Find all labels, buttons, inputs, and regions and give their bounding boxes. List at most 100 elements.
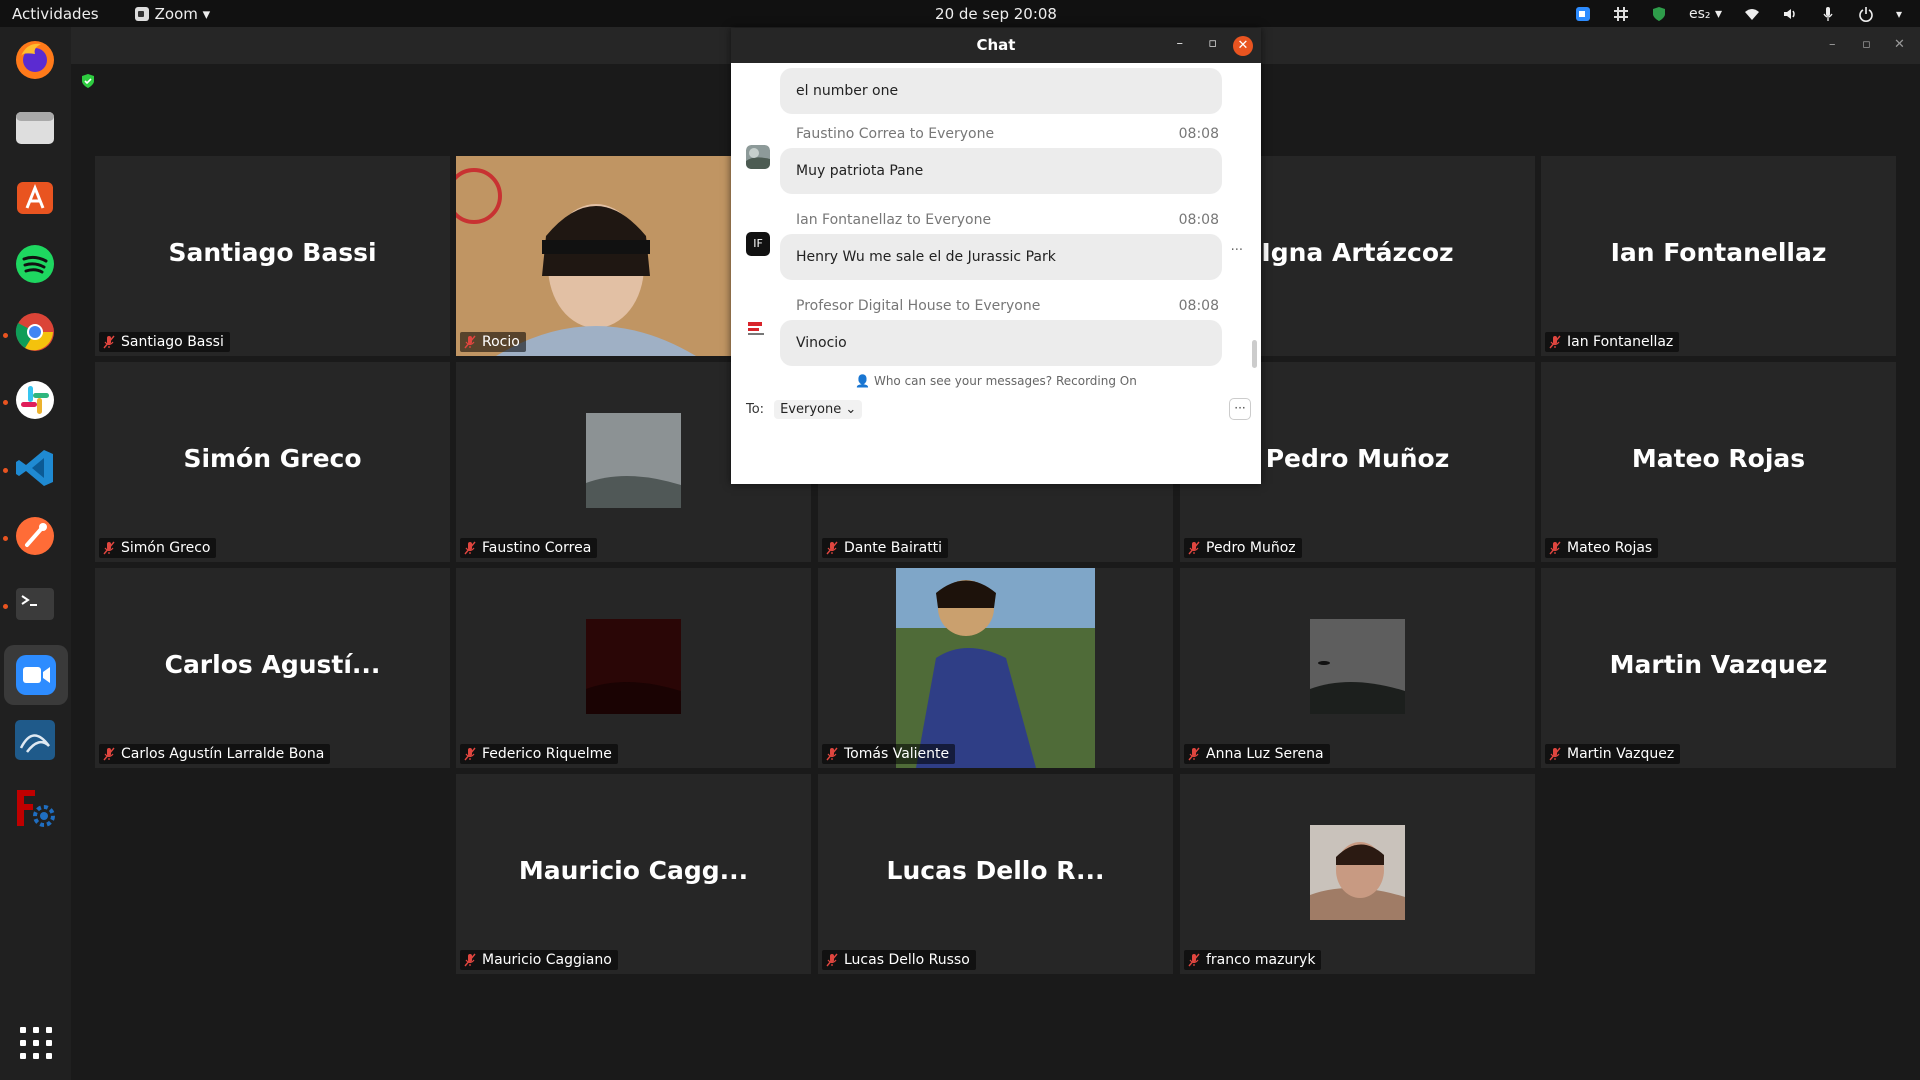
avatar[interactable]: [746, 318, 770, 342]
avatar[interactable]: [746, 145, 770, 169]
message-visibility-notice[interactable]: 👤 Who can see your messages? Recording O…: [731, 374, 1261, 388]
chat-scrollbar[interactable]: [1252, 340, 1257, 368]
chat-close-button[interactable]: ✕: [1233, 36, 1253, 56]
participant-avatar: [1310, 825, 1405, 920]
zoom-icon: [16, 655, 56, 695]
vscode-icon[interactable]: [12, 445, 58, 491]
mic-muted-icon: [1188, 541, 1200, 555]
message-text: Vinocio: [796, 335, 847, 351]
message-more-button[interactable]: ···: [1231, 243, 1243, 258]
participant-avatar: [1310, 619, 1405, 714]
firefox-icon[interactable]: [12, 37, 58, 83]
postman-icon[interactable]: [12, 513, 58, 559]
participant-tile[interactable]: Anna Luz Serena: [1180, 568, 1535, 768]
message-sender: Ian Fontanellaz to Everyone: [796, 212, 992, 228]
minimize-button[interactable]: –: [1829, 37, 1836, 52]
chat-minimize-button[interactable]: –: [1177, 36, 1184, 51]
participant-tile[interactable]: Mateo Rojas Mateo Rojas: [1541, 362, 1896, 562]
message-time: 08:08: [1178, 126, 1219, 142]
maximize-button[interactable]: ▫: [1862, 37, 1871, 52]
recipient-select[interactable]: Everyone ⌄: [774, 400, 863, 419]
mic-muted-icon: [826, 747, 838, 761]
participant-tile[interactable]: Santiago Bassi Santiago Bassi: [95, 156, 450, 356]
participant-name-large: Mateo Rojas: [1631, 444, 1806, 473]
chevron-down-icon[interactable]: ▾: [1896, 7, 1902, 21]
terminal-icon[interactable]: [12, 581, 58, 627]
message-text: el number one: [796, 83, 899, 99]
participant-label: Mauricio Caggiano: [460, 950, 618, 970]
participant-name-large: Martin Vazquez: [1609, 650, 1828, 679]
chat-message-bubble[interactable]: el number one: [780, 68, 1222, 114]
participant-tile[interactable]: Lucas Dello R... Lucas Dello Russo: [818, 774, 1173, 974]
participant-label: Santiago Bassi: [99, 332, 230, 352]
person-icon: 👤: [855, 374, 871, 388]
participant-name: Pedro Muñoz: [1206, 540, 1296, 556]
mic-muted-icon: [1549, 541, 1561, 555]
chat-message-bubble[interactable]: Henry Wu me sale el de Jurassic Park: [780, 234, 1222, 280]
power-icon[interactable]: [1858, 6, 1874, 22]
participant-name: Anna Luz Serena: [1206, 746, 1324, 762]
participant-label: Anna Luz Serena: [1184, 744, 1330, 764]
microphone-icon[interactable]: [1820, 6, 1836, 22]
zoom-dock-item[interactable]: [4, 645, 68, 705]
files-icon[interactable]: [12, 105, 58, 151]
participant-tile[interactable]: Carlos Agustí... Carlos Agustín Larralde …: [95, 568, 450, 768]
chat-maximize-button[interactable]: ▫: [1208, 36, 1217, 51]
participant-name: Dante Bairatti: [844, 540, 943, 556]
participant-name: Faustino Correa: [482, 540, 592, 556]
participant-label: franco mazuryk: [1184, 950, 1322, 970]
spotify-icon[interactable]: [12, 241, 58, 287]
shield-tray-icon[interactable]: [1651, 6, 1667, 22]
mic-muted-icon: [103, 541, 115, 555]
mysql-workbench-icon[interactable]: [12, 717, 58, 763]
mic-muted-icon: [464, 747, 476, 761]
chat-window[interactable]: Chat – ▫ ✕ el number one Faustino Correa…: [731, 28, 1261, 484]
participant-label: Dante Bairatti: [822, 538, 949, 558]
running-indicator: [3, 468, 8, 473]
participant-label: Martin Vazquez: [1545, 744, 1681, 764]
software-center-icon[interactable]: [12, 173, 58, 219]
chat-message-bubble[interactable]: Muy patriota Pane: [780, 148, 1222, 194]
participant-label: Mateo Rojas: [1545, 538, 1659, 558]
participant-tile[interactable]: Martin Vazquez Martin Vazquez: [1541, 568, 1896, 768]
participant-label: Tomás Valiente: [822, 744, 956, 764]
running-indicator: [3, 400, 8, 405]
participant-name: Tomás Valiente: [844, 746, 950, 762]
encryption-shield-icon[interactable]: [81, 73, 95, 89]
slack-icon[interactable]: [12, 377, 58, 423]
message-sender: Faustino Correa to Everyone: [796, 126, 995, 142]
close-button[interactable]: ✕: [1894, 37, 1905, 52]
chat-title-bar[interactable]: Chat – ▫ ✕: [731, 28, 1261, 63]
chat-message-header: Ian Fontanellaz to Everyone 08:08: [796, 212, 1219, 228]
participant-tile[interactable]: Federico Riquelme: [456, 568, 811, 768]
wifi-icon[interactable]: [1744, 6, 1760, 22]
avatar[interactable]: IF: [746, 232, 770, 256]
participant-name: Ian Fontanellaz: [1567, 334, 1674, 350]
mic-muted-icon: [464, 541, 476, 555]
participant-name: Mateo Rojas: [1567, 540, 1653, 556]
zoom-tray-icon[interactable]: [1575, 6, 1591, 22]
filezilla-icon[interactable]: [12, 785, 58, 831]
participant-name: Martin Vazquez: [1567, 746, 1675, 762]
participant-video: [896, 568, 1095, 768]
volume-icon[interactable]: [1782, 6, 1798, 22]
chat-message-input[interactable]: [741, 426, 1251, 478]
keyboard-layout[interactable]: es₂ ▾: [1689, 6, 1722, 22]
dock: [0, 27, 71, 1080]
participant-name: Santiago Bassi: [121, 334, 224, 350]
participant-tile[interactable]: Mauricio Cagg... Mauricio Caggiano: [456, 774, 811, 974]
chat-more-button[interactable]: ···: [1229, 398, 1251, 420]
participant-tile[interactable]: Tomás Valiente: [818, 568, 1173, 768]
participant-label: Ian Fontanellaz: [1545, 332, 1680, 352]
mic-muted-icon: [826, 953, 838, 967]
slack-tray-icon[interactable]: [1613, 6, 1629, 22]
chat-message-bubble[interactable]: Vinocio: [780, 320, 1222, 366]
participant-tile[interactable]: Simón Greco Simón Greco: [95, 362, 450, 562]
participant-name-large: Santiago Bassi: [168, 238, 377, 267]
participant-tile[interactable]: franco mazuryk: [1180, 774, 1535, 974]
mic-muted-icon: [1188, 953, 1200, 967]
mic-muted-icon: [1549, 747, 1561, 761]
participant-tile[interactable]: Ian Fontanellaz Ian Fontanellaz: [1541, 156, 1896, 356]
chrome-icon[interactable]: [12, 309, 58, 355]
show-applications-button[interactable]: [20, 1027, 52, 1059]
